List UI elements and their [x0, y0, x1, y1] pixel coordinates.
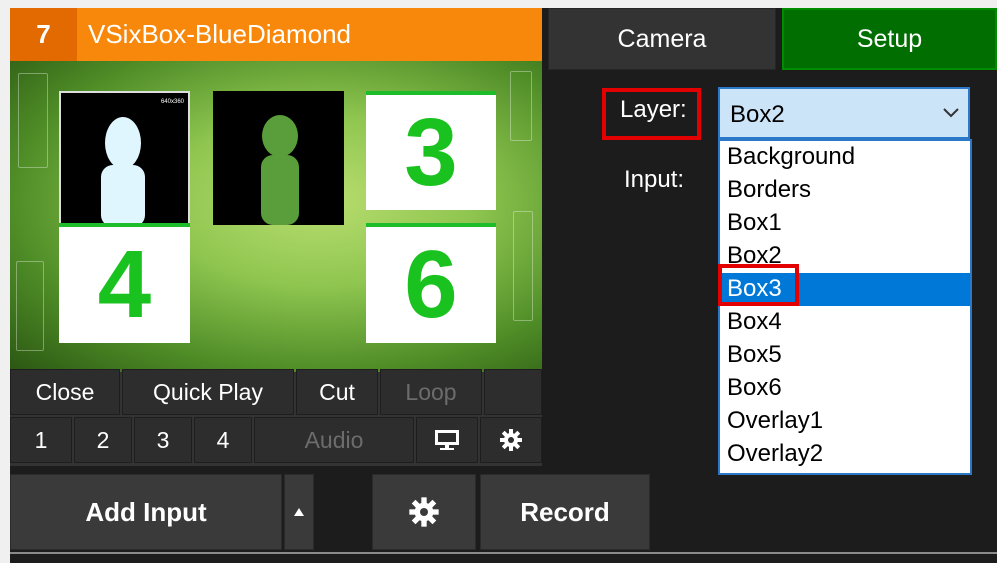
layer-option-overlay2[interactable]: Overlay2: [720, 438, 970, 471]
person-silhouette-body: [101, 165, 145, 227]
tab-camera[interactable]: Camera: [548, 8, 776, 70]
input-title-bar[interactable]: 7 VSixBox-BlueDiamond: [10, 8, 542, 61]
input-number: 7: [10, 8, 77, 61]
layer-option-box5[interactable]: Box5: [720, 339, 970, 372]
layer-option-borders[interactable]: Borders: [720, 174, 970, 207]
gear-icon: [500, 429, 522, 451]
close-button[interactable]: Close: [10, 369, 120, 415]
overlay-2-button[interactable]: 2: [74, 417, 132, 463]
input-preview[interactable]: 640x360 3 4 6: [10, 61, 542, 372]
person-silhouette-body: [261, 155, 299, 225]
box3-option-highlight: [718, 264, 799, 306]
loop-button[interactable]: Loop: [380, 369, 482, 415]
box1-camera-preview: 640x360: [59, 91, 190, 227]
layer-label-highlight: [602, 88, 701, 140]
overlay-4-button[interactable]: 4: [194, 417, 252, 463]
layer-option-box4[interactable]: Box4: [720, 306, 970, 339]
record-button[interactable]: Record: [480, 474, 650, 550]
tab-setup[interactable]: Setup: [782, 8, 997, 70]
add-input-arrow-button[interactable]: [284, 474, 314, 550]
circuit-decoration: [18, 73, 48, 168]
divider: [10, 552, 997, 554]
layer-option-box6[interactable]: Box6: [720, 372, 970, 405]
settings-main-button[interactable]: [372, 474, 476, 550]
overlay-3-button[interactable]: 3: [134, 417, 192, 463]
input-panel: 7 VSixBox-BlueDiamond 640x360 3 4 6 Clos…: [10, 8, 542, 466]
settings-button[interactable]: [480, 417, 542, 463]
input-label: Input:: [624, 166, 685, 193]
camera-resolution-caption: 640x360: [160, 99, 184, 105]
cut-button[interactable]: Cut: [296, 369, 378, 415]
box4-tile: 4: [59, 223, 190, 343]
layer-select[interactable]: Box2: [718, 87, 970, 139]
circuit-decoration: [510, 71, 532, 141]
layer-dropdown-list[interactable]: Background Borders Box1 Box2 Box3 Box4 B…: [718, 139, 972, 475]
gear-icon: [409, 497, 439, 527]
layer-option-overlay1[interactable]: Overlay1: [720, 405, 970, 438]
triangle-up-icon: [294, 508, 304, 516]
overlay-1-button[interactable]: 1: [10, 417, 72, 463]
layer-option-background[interactable]: Background: [720, 141, 970, 174]
chevron-down-icon: [943, 108, 959, 118]
person-silhouette-head: [105, 117, 141, 169]
layer-selected-value: Box2: [730, 101, 785, 128]
blank-button[interactable]: [484, 369, 542, 415]
audio-button[interactable]: Audio: [254, 417, 414, 463]
vmix-window: 7 VSixBox-BlueDiamond 640x360 3 4 6 Clos…: [10, 8, 997, 563]
circuit-decoration: [16, 261, 44, 351]
monitor-icon: [435, 430, 459, 450]
box2-camera-preview: [213, 91, 344, 225]
add-input-button[interactable]: Add Input: [10, 474, 282, 550]
box6-tile: 6: [366, 223, 496, 343]
person-silhouette-head: [262, 115, 298, 157]
layer-option-box1[interactable]: Box1: [720, 207, 970, 240]
input-title: VSixBox-BlueDiamond: [88, 19, 352, 49]
quick-play-button[interactable]: Quick Play: [122, 369, 294, 415]
monitor-button[interactable]: [416, 417, 478, 463]
circuit-decoration: [513, 211, 533, 321]
box3-tile: 3: [366, 91, 496, 210]
